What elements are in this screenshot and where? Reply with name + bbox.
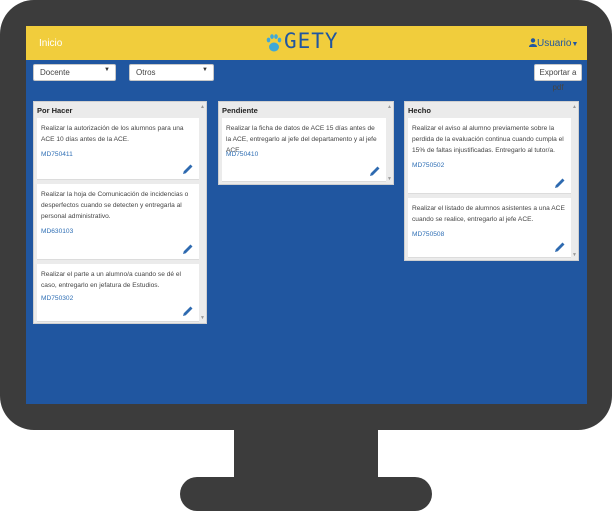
scroll-up-icon[interactable]: ▲ <box>572 104 577 110</box>
column-title: Hecho <box>408 106 431 115</box>
pencil-icon[interactable] <box>369 165 381 177</box>
otros-select-value: Otros <box>136 68 156 77</box>
chevron-down-icon: ▼ <box>104 67 110 73</box>
pencil-icon[interactable] <box>554 241 566 253</box>
task-code[interactable]: MD630103 <box>41 228 73 235</box>
task-code[interactable]: MD750502 <box>412 162 444 169</box>
column-por-hacer: Por Hacer ▲ ▼ Realizar la autorización d… <box>33 101 207 324</box>
task-description: Realizar el aviso al alumno previamente … <box>412 125 564 154</box>
task-code[interactable]: MD750508 <box>412 231 444 238</box>
otros-select[interactable]: Otros ▼ <box>129 64 214 81</box>
task-card[interactable]: Realizar el aviso al alumno previamente … <box>408 118 571 194</box>
scroll-down-icon[interactable]: ▼ <box>200 315 205 321</box>
paw-icon <box>266 34 282 52</box>
task-code[interactable]: MD750302 <box>41 295 73 302</box>
task-description: Realizar el parte a un alumno/a cuando s… <box>41 271 182 289</box>
column-title: Pendiente <box>222 106 258 115</box>
column-pendiente: Pendiente ▲ ▼ Realizar la ficha de datos… <box>218 101 394 185</box>
task-description: Realizar la hoja de Comunicación de inci… <box>41 191 189 220</box>
scroll-down-icon[interactable]: ▼ <box>387 176 392 182</box>
home-link[interactable]: Inicio <box>39 38 62 49</box>
scroll-down-icon[interactable]: ▼ <box>572 252 577 258</box>
task-code[interactable]: MD750410 <box>226 151 258 158</box>
docente-select-value: Docente <box>40 68 70 77</box>
filter-bar: Docente ▼ Otros ▼ Exportar a pdf <box>26 60 587 92</box>
docente-select[interactable]: Docente ▼ <box>33 64 116 81</box>
scroll-up-icon[interactable]: ▲ <box>200 104 205 110</box>
column-title: Por Hacer <box>37 106 73 115</box>
pencil-icon[interactable] <box>182 305 194 317</box>
pencil-icon[interactable] <box>554 177 566 189</box>
user-label: Usuario <box>537 38 572 49</box>
column-hecho: Hecho ▲ ▼ Realizar el aviso al alumno pr… <box>404 101 579 261</box>
task-description: Realizar el listado de alumnos asistente… <box>412 205 565 223</box>
task-card[interactable]: Realizar la hoja de Comunicación de inci… <box>37 184 199 260</box>
task-code[interactable]: MD750411 <box>41 151 73 158</box>
pencil-icon[interactable] <box>182 243 194 255</box>
user-menu[interactable]: Usuario▼ <box>529 38 578 49</box>
task-card[interactable]: Realizar la ficha de datos de ACE 15 día… <box>222 118 386 182</box>
monitor-stand-neck <box>234 428 378 484</box>
top-navbar: Inicio GETY Usuario▼ <box>26 26 587 60</box>
logo-text: GETY <box>284 29 339 53</box>
app-screen: Inicio GETY Usuario▼ Docente ▼ Otros ▼ E… <box>26 26 587 404</box>
monitor-stand-base <box>180 477 432 511</box>
scroll-up-icon[interactable]: ▲ <box>387 104 392 110</box>
user-icon <box>529 38 537 47</box>
export-pdf-button[interactable]: Exportar a pdf <box>534 64 582 92</box>
pencil-icon[interactable] <box>182 163 194 175</box>
task-card[interactable]: Realizar la autorización de los alumnos … <box>37 118 199 180</box>
task-card[interactable]: Realizar el listado de alumnos asistente… <box>408 198 571 258</box>
task-description: Realizar la autorización de los alumnos … <box>41 125 184 143</box>
task-card[interactable]: Realizar el parte a un alumno/a cuando s… <box>37 264 199 322</box>
caret-down-icon: ▼ <box>571 41 579 48</box>
chevron-down-icon: ▼ <box>202 67 208 73</box>
